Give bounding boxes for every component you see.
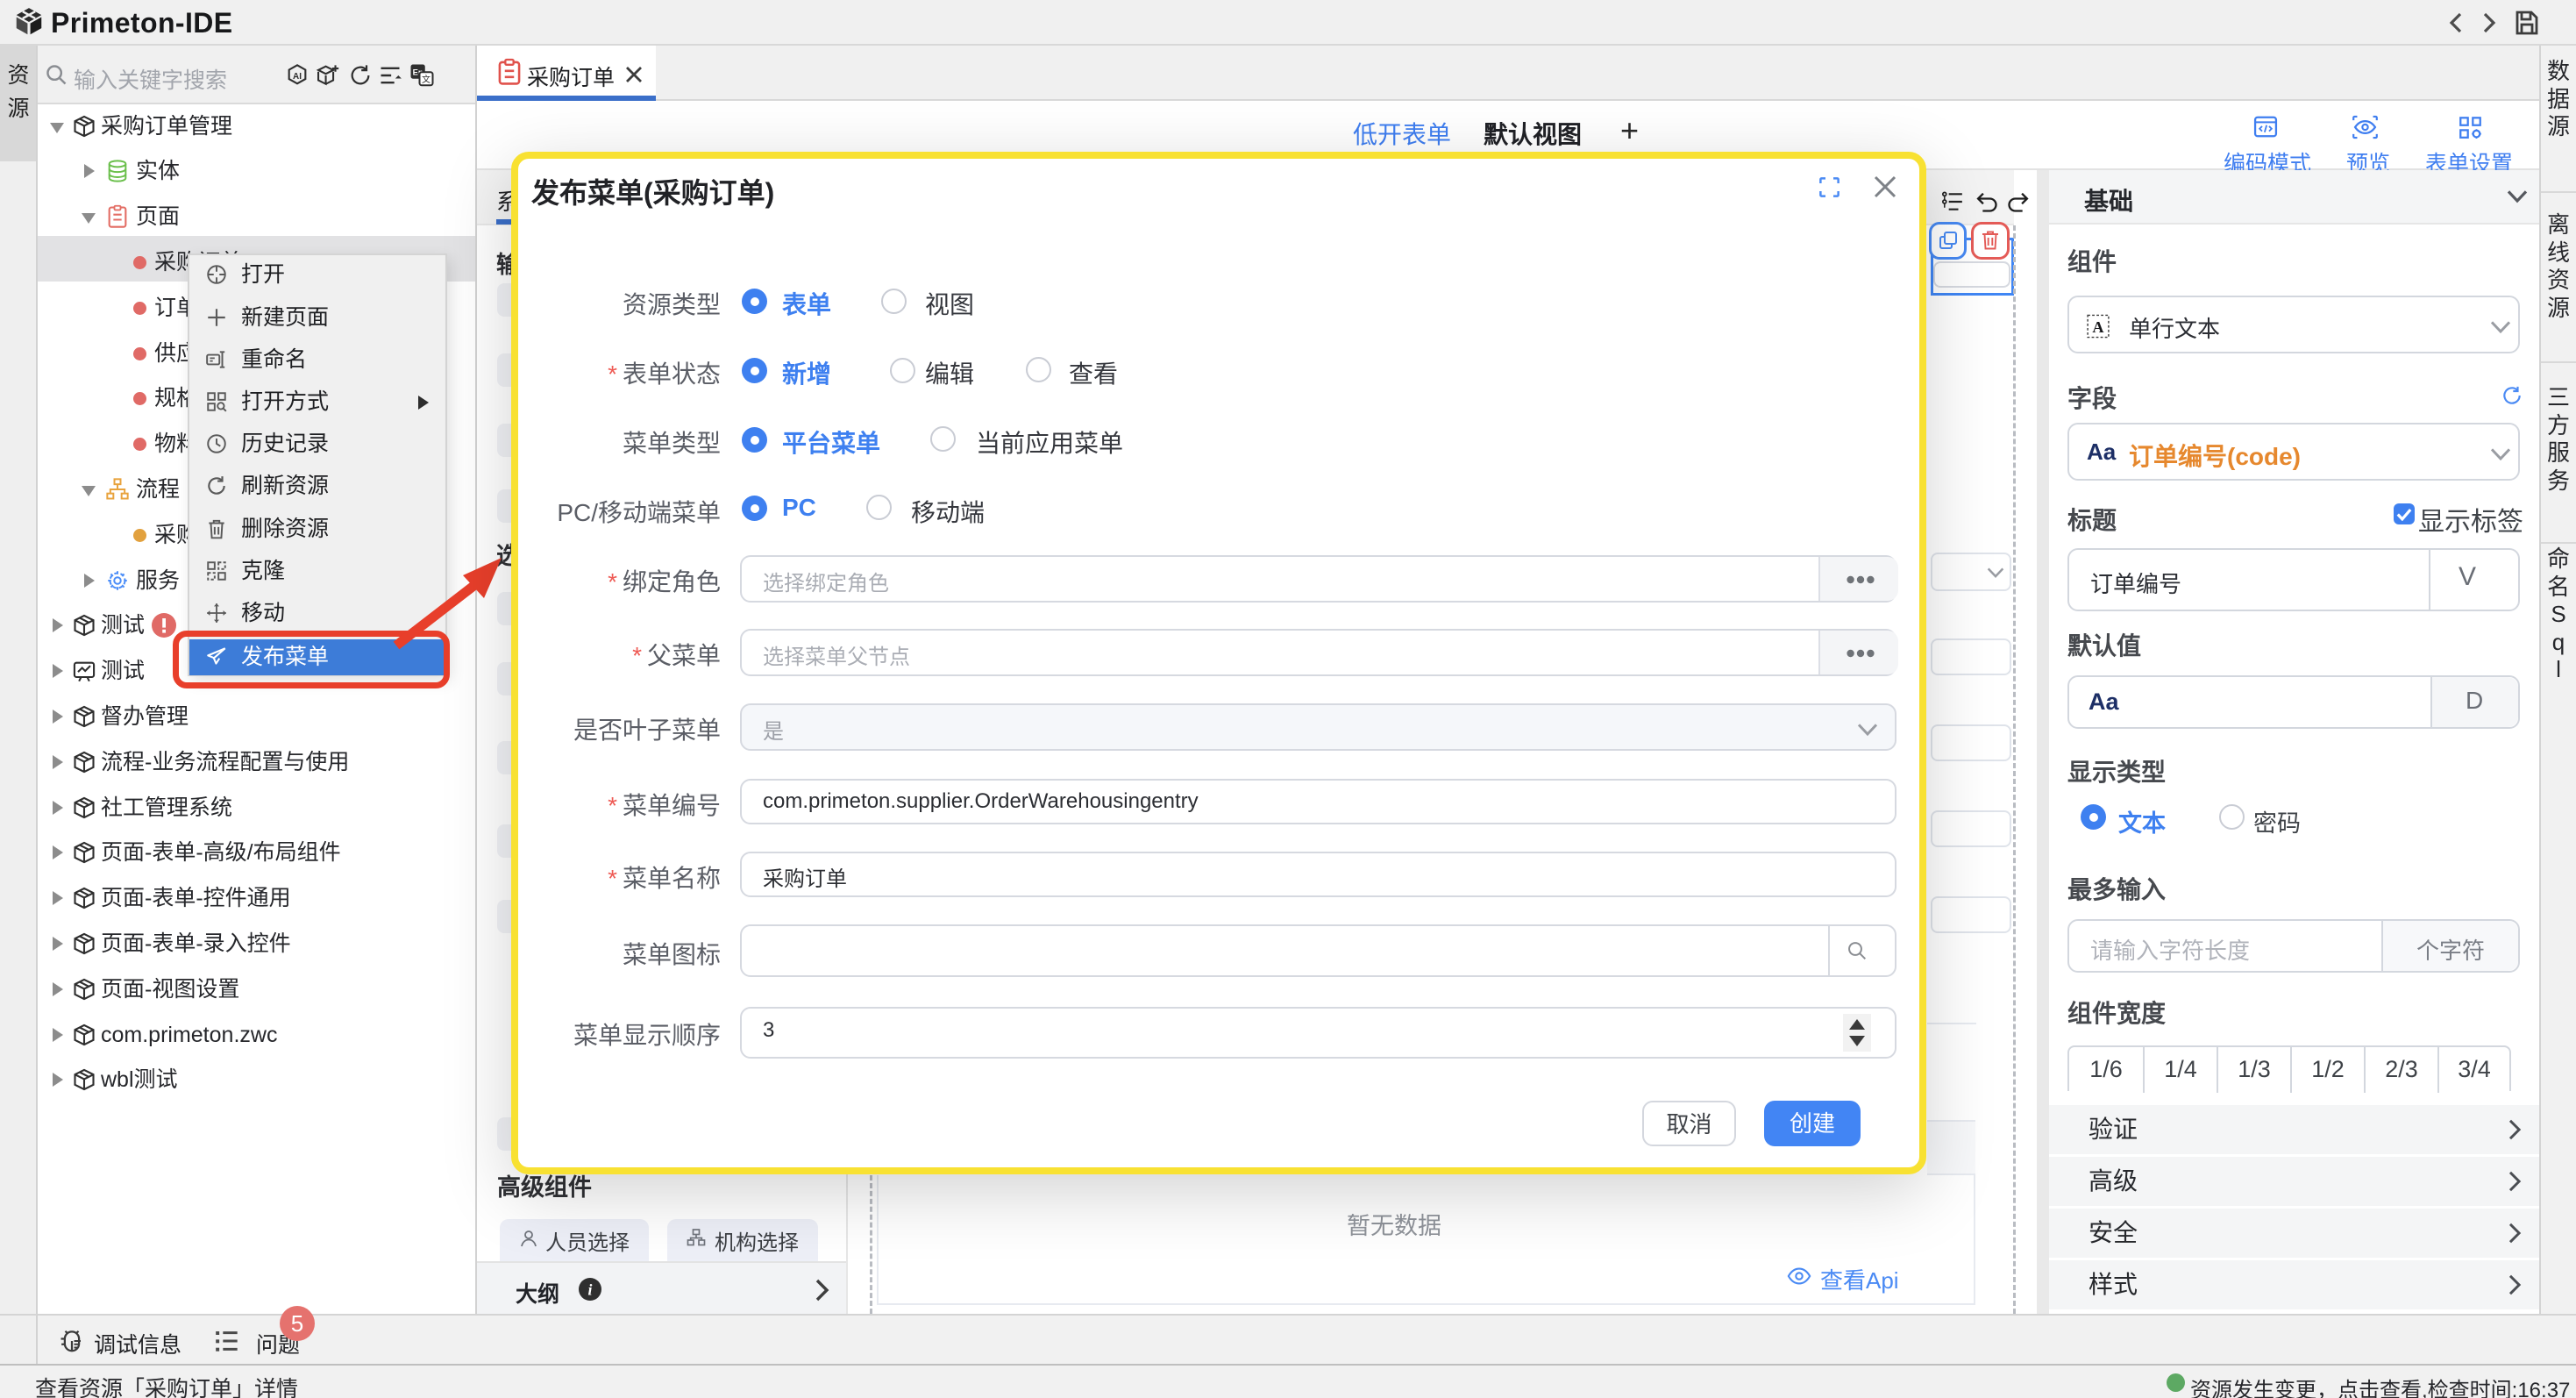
svg-text:i: i [588, 1281, 593, 1299]
svg-text:文: 文 [422, 74, 431, 85]
svg-text:A: A [2092, 318, 2103, 336]
svg-text:AI: AI [293, 72, 302, 82]
